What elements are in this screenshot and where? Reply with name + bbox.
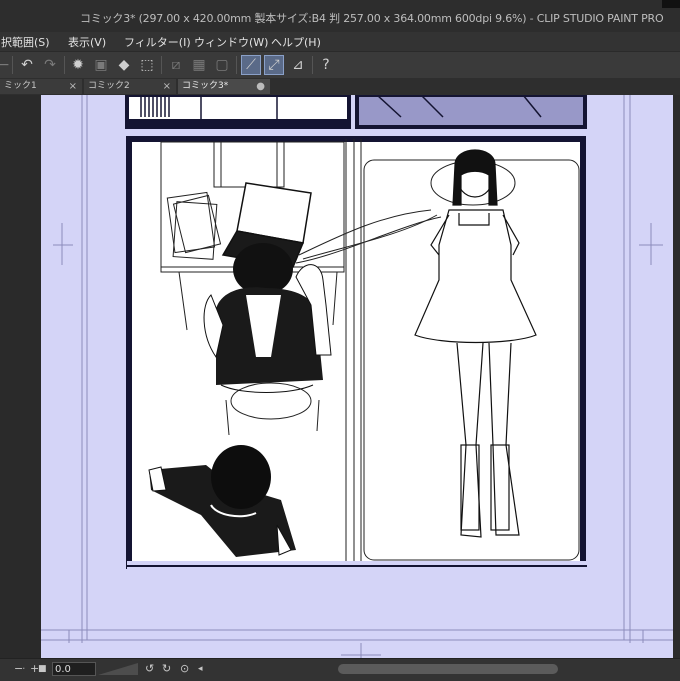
pen-stabilize-icon[interactable]: ⟋ [241,55,261,75]
reset-rotation-icon[interactable]: ⊙ [180,662,189,675]
undo-icon[interactable]: ↶ [17,55,37,75]
tab-comic1[interactable]: ミック1 × [0,79,82,94]
menu-help[interactable]: ヘルプ(H) [271,34,321,50]
transform-icon[interactable]: ⬚ [137,55,157,75]
horizontal-scrollbar[interactable] [338,664,558,674]
special-ruler-icon[interactable]: ▦ [189,55,209,75]
toolbar-separator [64,56,65,74]
ruler-snap-icon[interactable]: ⧄ [166,55,186,75]
tab-label: コミック2 [88,81,130,91]
divider: · [22,662,26,675]
modified-dot-icon[interactable]: ● [256,79,265,94]
toolbar-separator [12,56,13,74]
menu-view[interactable]: 表示(V) [68,34,106,50]
toolbar-separator [312,56,313,74]
fill-icon[interactable]: ◆ [114,55,134,75]
zoom-field[interactable]: 0.0 [52,662,96,676]
menu-filter[interactable]: フィルター(I) [124,34,191,50]
pen-stabilize-2-icon[interactable]: ⤢ [264,55,284,75]
main-panel [126,136,586,569]
window-title: コミック3* (297.00 x 420.00mm 製本サイズ:B4 判 257… [80,12,664,25]
toolbar-separator [161,56,162,74]
rotate-right-icon[interactable]: ↻ [162,662,171,675]
status-bar: − · + ■ 0.0 ↺ ↻ ⊙ ◂ [0,658,680,681]
canvas-paper[interactable] [41,93,673,658]
title-bar: コミック3* (297.00 x 420.00mm 製本サイズ:B4 判 257… [0,0,680,32]
stop-icon[interactable]: ■ [38,664,47,674]
tab-label: ミック1 [4,81,37,91]
manga-page [41,93,673,658]
clear-icon[interactable]: ▣ [91,55,111,75]
help-icon[interactable]: ? [316,55,336,75]
menu-selection[interactable]: 択範囲(S) [1,34,50,50]
menu-bar: 択範囲(S) 表示(V) フィルター(I) ウィンドウ(W) ヘルプ(H) [0,32,680,51]
menu-window[interactable]: ウィンドウ(W) [194,34,268,50]
rotate-left-icon[interactable]: ↺ [145,662,154,675]
close-icon[interactable]: × [69,79,77,94]
tab-comic3[interactable]: コミック3* ● [178,79,270,94]
loading-icon[interactable]: ✹ [68,55,88,75]
ruler-icon[interactable]: ⊿ [288,55,308,75]
grid-snap-icon[interactable]: ▢ [212,55,232,75]
top-panels [125,93,587,129]
scroll-left-icon[interactable]: ◂ [198,664,203,674]
command-bar: − ↶ ↷ ✹ ▣ ◆ ⬚ ⧄ ▦ ▢ ⟋ ⤢ ⊿ ? [0,51,680,80]
window-corner [662,0,680,8]
redo-icon[interactable]: ↷ [40,55,60,75]
tab-comic2[interactable]: コミック2 × [84,79,176,94]
left-panel [0,95,42,658]
tab-label: コミック3* [182,81,229,91]
toolbar-separator [236,56,237,74]
close-icon[interactable]: × [163,79,171,94]
zoom-slider[interactable] [98,663,138,675]
document-tabs: ミック1 × コミック2 × コミック3* ● [0,78,680,95]
